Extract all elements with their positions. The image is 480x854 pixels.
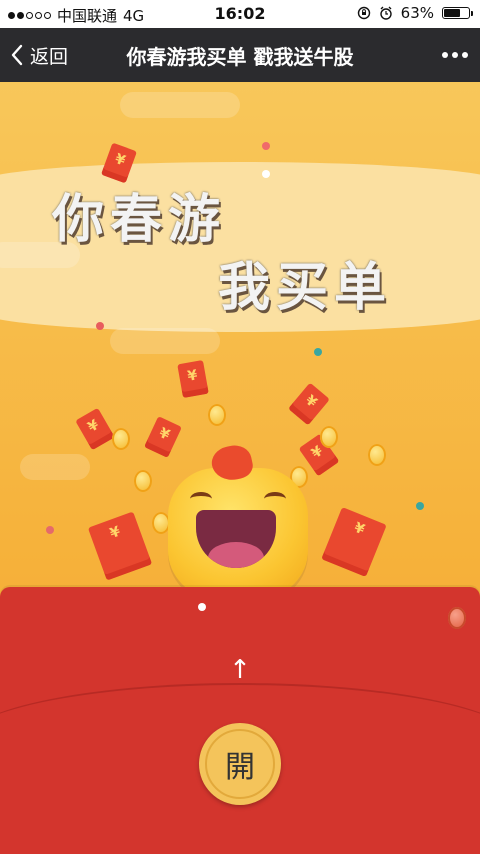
coin-decoration — [208, 404, 226, 426]
confetti-dot — [96, 322, 104, 330]
confetti-dot — [198, 603, 206, 611]
more-dot-icon — [462, 52, 468, 58]
battery-percent: 63% — [400, 4, 434, 22]
status-right: 63% — [357, 4, 473, 22]
rotation-lock-icon — [357, 6, 370, 20]
cloud-decoration — [120, 92, 240, 118]
cloud-decoration — [20, 454, 90, 480]
mascot-eye — [264, 492, 286, 506]
back-label: 返回 — [30, 45, 69, 68]
red-envelope-decoration — [87, 511, 153, 581]
alarm-icon — [379, 6, 392, 20]
mascot-eye — [190, 492, 212, 506]
button-ring — [205, 729, 275, 799]
red-envelope-decoration — [321, 507, 387, 577]
coin-decoration — [448, 607, 466, 629]
confetti-dot — [314, 348, 322, 356]
red-envelope-decoration — [288, 382, 330, 426]
page-title: 你春游我买单 戳我送牛股 — [126, 44, 354, 69]
confetti-dot — [46, 526, 54, 534]
mascot-illustration — [168, 442, 308, 598]
coin-decoration — [368, 444, 386, 466]
chevron-left-icon — [11, 44, 23, 66]
confetti-dot — [416, 502, 424, 510]
red-envelope-decoration — [75, 407, 115, 451]
red-envelope-decoration — [144, 416, 182, 458]
status-bar: 中国联通 4G 16:02 63% — [0, 0, 480, 28]
confetti-dot — [262, 170, 270, 178]
more-dot-icon — [452, 52, 458, 58]
promo-stage: 你春游 我买单 ↑ 開 — [0, 82, 480, 854]
confetti-dot — [262, 142, 270, 150]
nav-bar: 返回 你春游我买单 戳我送牛股 — [0, 28, 480, 82]
coin-decoration — [320, 426, 338, 448]
hero-line-1: 你春游 — [52, 189, 227, 250]
mascot-hat — [208, 442, 256, 484]
red-envelope-decoration — [177, 360, 209, 398]
hero-line-2: 我买单 — [218, 257, 393, 318]
swipe-up-arrow: ↑ — [229, 655, 251, 685]
more-button[interactable] — [442, 28, 468, 82]
coin-decoration — [112, 428, 130, 450]
battery-icon — [442, 7, 473, 19]
back-button[interactable]: 返回 — [10, 28, 68, 82]
open-envelope-button[interactable]: 開 — [199, 723, 281, 805]
red-envelope-sheet: ↑ 開 — [0, 587, 480, 854]
hero-headline: 你春游 我买单 — [0, 177, 480, 337]
coin-decoration — [134, 470, 152, 492]
mascot-mouth — [196, 510, 276, 568]
more-dot-icon — [442, 52, 448, 58]
